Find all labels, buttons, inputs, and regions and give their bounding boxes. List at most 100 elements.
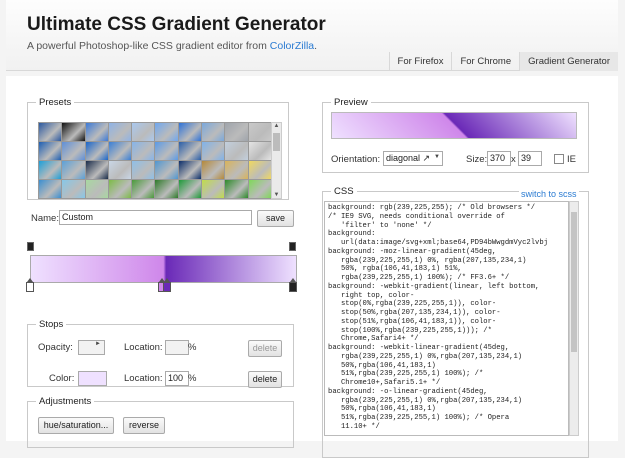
main-panel: Presets ▲ ▼ Name: Custom save Stops Opac… xyxy=(6,76,618,458)
color-label: Color: xyxy=(49,373,75,384)
preset-swatch[interactable] xyxy=(248,161,271,179)
preset-swatch[interactable] xyxy=(108,161,132,179)
name-label: Name: xyxy=(31,213,59,224)
size-label: Size: xyxy=(466,154,488,165)
preset-swatch[interactable] xyxy=(178,123,202,141)
delete-opacity-stop-button[interactable]: delete xyxy=(248,340,282,357)
preset-swatch[interactable] xyxy=(178,180,202,198)
page-subtitle: A powerful Photoshop-like CSS gradient e… xyxy=(27,40,317,52)
color-swatch-input[interactable] xyxy=(78,371,107,386)
preset-swatch[interactable] xyxy=(39,180,62,198)
css-scrollbar[interactable] xyxy=(569,201,579,436)
preset-swatch[interactable] xyxy=(132,161,155,179)
preset-swatch[interactable] xyxy=(225,161,248,179)
scroll-thumb[interactable] xyxy=(273,133,280,151)
ie-checkbox[interactable] xyxy=(554,154,564,164)
presets-legend: Presets xyxy=(39,97,72,108)
tab-gradient-generator[interactable]: Gradient Generator xyxy=(519,52,618,71)
preset-swatch[interactable] xyxy=(62,142,85,160)
header: Ultimate CSS Gradient Generator A powerf… xyxy=(6,0,618,71)
css-scroll-thumb[interactable] xyxy=(571,212,577,352)
preset-swatch[interactable] xyxy=(39,142,62,160)
scroll-down-icon[interactable]: ▼ xyxy=(272,192,281,198)
preset-swatch[interactable] xyxy=(202,142,225,160)
preset-swatch[interactable] xyxy=(155,142,178,160)
scroll-up-icon[interactable]: ▲ xyxy=(272,123,281,129)
color-location-input[interactable]: 100 xyxy=(165,371,189,386)
subtitle-suffix: . xyxy=(314,40,318,52)
color-stop-0[interactable] xyxy=(26,278,34,292)
preset-swatch[interactable] xyxy=(225,180,248,198)
preset-swatch[interactable] xyxy=(85,180,108,198)
tab-for-chrome[interactable]: For Chrome xyxy=(451,52,519,71)
gradient-preview[interactable] xyxy=(331,112,577,139)
stops-legend: Stops xyxy=(39,319,64,330)
preset-swatch[interactable] xyxy=(248,142,271,160)
color-percent: % xyxy=(188,373,197,384)
switch-to-scss-link[interactable]: switch to scss xyxy=(521,189,577,199)
preset-swatch[interactable] xyxy=(132,123,155,141)
preset-swatch[interactable] xyxy=(132,142,155,160)
preset-swatch[interactable] xyxy=(202,180,225,198)
preset-swatch[interactable] xyxy=(202,123,225,141)
preset-swatch[interactable] xyxy=(248,180,271,198)
opacity-arrow-icon[interactable]: ► xyxy=(95,341,101,347)
adjustments-legend: Adjustments xyxy=(39,396,92,407)
switch-to-scss-link-wrap: switch to scss xyxy=(519,184,579,202)
preset-swatch[interactable] xyxy=(202,161,225,179)
opacity-percent: % xyxy=(188,342,197,353)
preset-swatch[interactable] xyxy=(248,123,271,141)
delete-color-stop-button[interactable]: delete xyxy=(248,371,282,388)
opacity-location-label: Location: xyxy=(124,342,163,353)
width-input[interactable]: 370 xyxy=(487,151,511,166)
preset-swatch[interactable] xyxy=(39,161,62,179)
color-stop-51[interactable] xyxy=(163,278,171,292)
preset-swatch[interactable] xyxy=(108,142,132,160)
preset-swatch[interactable] xyxy=(178,142,202,160)
presets-grid xyxy=(38,122,272,199)
presets-scrollbar[interactable]: ▲ ▼ xyxy=(271,122,282,199)
preset-swatch[interactable] xyxy=(85,161,108,179)
preset-swatch[interactable] xyxy=(155,180,178,198)
preset-swatch[interactable] xyxy=(225,142,248,160)
preset-swatch[interactable] xyxy=(155,161,178,179)
tab-for-firefox[interactable]: For Firefox xyxy=(388,52,452,71)
preset-swatch[interactable] xyxy=(108,123,132,141)
preset-swatch[interactable] xyxy=(108,180,132,198)
tab-bar: For Firefox For Chrome Gradient Generato… xyxy=(388,52,618,71)
preset-swatch[interactable] xyxy=(62,180,85,198)
opacity-label: Opacity: xyxy=(38,342,73,353)
preset-swatch[interactable] xyxy=(225,123,248,141)
colorzilla-link[interactable]: ColorZilla xyxy=(270,40,314,52)
subtitle-text: A powerful Photoshop-like CSS gradient e… xyxy=(27,40,270,52)
preset-swatch[interactable] xyxy=(178,161,202,179)
height-input[interactable]: 39 xyxy=(518,151,542,166)
reverse-button[interactable]: reverse xyxy=(123,417,165,434)
hue-saturation-button[interactable]: hue/saturation... xyxy=(38,417,114,434)
adjustments-panel: Adjustments hue/saturation... reverse xyxy=(27,396,294,448)
preset-swatch[interactable] xyxy=(39,123,62,141)
preset-swatch[interactable] xyxy=(62,123,85,141)
preset-swatch[interactable] xyxy=(132,180,155,198)
orientation-label: Orientation: xyxy=(331,154,381,165)
preset-swatch[interactable] xyxy=(85,142,108,160)
opacity-location-input[interactable] xyxy=(165,340,189,355)
chevron-down-icon[interactable]: ▼ xyxy=(434,154,440,160)
page-title: Ultimate CSS Gradient Generator xyxy=(27,14,326,35)
size-x-label: x xyxy=(511,154,516,165)
preview-legend: Preview xyxy=(334,97,368,108)
opacity-stop-right[interactable] xyxy=(289,242,296,251)
css-legend: CSS xyxy=(334,186,354,197)
preset-swatch[interactable] xyxy=(85,123,108,141)
color-location-label: Location: xyxy=(124,373,163,384)
css-code-textarea[interactable]: background: rgb(239,225,255); /* Old bro… xyxy=(324,201,569,436)
color-stop-100[interactable] xyxy=(289,278,297,292)
stops-panel: Stops Opacity: ► Location: % delete Colo… xyxy=(27,319,294,388)
preset-swatch[interactable] xyxy=(155,123,178,141)
opacity-stop-left[interactable] xyxy=(27,242,34,251)
ie-label: IE xyxy=(567,154,576,165)
name-input[interactable]: Custom xyxy=(59,210,252,225)
save-button[interactable]: save xyxy=(257,210,294,227)
presets-panel: Presets ▲ ▼ xyxy=(27,97,289,200)
preset-swatch[interactable] xyxy=(62,161,85,179)
